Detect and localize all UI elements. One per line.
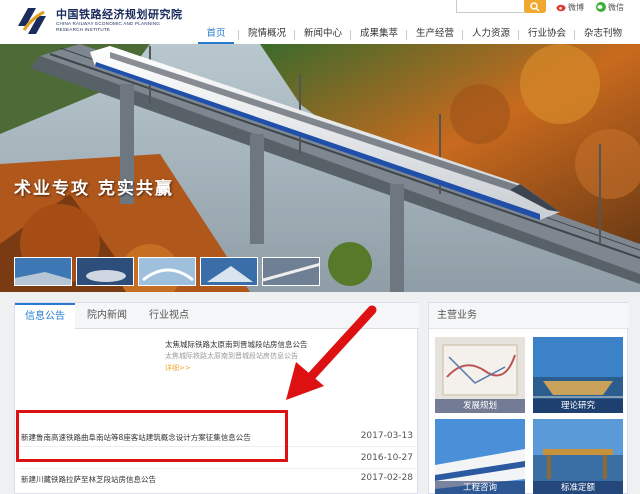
nav-divider [518,30,519,40]
business-panel-title: 主营业务 [429,303,629,329]
nav-divider [574,30,575,40]
business-label: 标准定额 [533,481,623,494]
business-label: 工程咨询 [435,481,525,494]
row-divider [19,468,415,469]
news-date: 2017-02-28 [360,473,413,483]
tab-announcements[interactable]: 信息公告 [15,303,75,329]
nav-item-about[interactable]: 院情概况 [244,26,290,44]
news-date: 2017-03-13 [360,431,413,441]
hero-slogan: 术业专攻 克实共赢 [14,179,174,199]
nav-item-hr[interactable]: 人力资源 [468,26,514,44]
annotation-highlight-box [16,410,288,462]
search-icon [530,2,540,12]
nav-divider [350,30,351,40]
business-label: 理论研究 [533,399,623,413]
news-row[interactable]: 新建川藏铁路拉萨至林芝段站房信息公告 2017-02-28 [19,471,415,489]
weibo-link[interactable]: 微博 [556,2,586,12]
featured-more-link[interactable]: 详细>> [165,363,191,373]
nav-item-association[interactable]: 行业协会 [524,26,570,44]
site-header: 中国铁路经济规划研究院 CHINA RAILWAY ECONOMIC AND P… [0,0,640,44]
nav-divider [294,30,295,40]
nav-item-operations[interactable]: 生产经营 [412,26,458,44]
business-tile-consulting[interactable]: 工程咨询 [435,419,525,494]
news-title[interactable]: 新建川藏铁路拉萨至林芝段站房信息公告 [21,474,156,485]
featured-image[interactable] [23,335,159,399]
tab-institute-news[interactable]: 院内新闻 [77,303,137,329]
business-tile-research[interactable]: 理论研究 [533,337,623,413]
wechat-link[interactable]: 微信 [596,2,636,12]
nav-item-news[interactable]: 新闻中心 [300,26,346,44]
wechat-label: 微信 [608,3,624,12]
hero-banner[interactable]: 术业专攻 克实共赢 [0,44,640,292]
weibo-label: 微博 [568,3,584,12]
thumbnail[interactable] [262,257,320,286]
annotation-arrow-icon [286,305,377,400]
nav-item-home[interactable]: 首页 [198,26,234,44]
thumbnail[interactable] [200,257,258,286]
org-name-cn: 中国铁路经济规划研究院 [56,8,183,21]
nav-divider [238,30,239,40]
thumbnail[interactable] [138,257,196,286]
nav-label: 首页 [206,28,226,39]
news-date: 2016-10-27 [360,453,413,463]
org-name-en: CHINA RAILWAY ECONOMIC AND PLANNING RESE… [56,21,161,32]
nav-divider [406,30,407,40]
tab-industry-view[interactable]: 行业视点 [139,303,199,329]
search-input[interactable] [456,0,526,13]
logo-icon[interactable] [14,4,50,38]
hero-train-image [0,44,640,292]
nav-item-achievements[interactable]: 成果集萃 [356,26,402,44]
business-panel: 主营业务 发展规划 理论研究 工程咨询 标准定额 [428,302,629,494]
thumbnail[interactable] [76,257,134,286]
wechat-icon [596,2,606,12]
business-tile-standards[interactable]: 标准定额 [533,419,623,494]
business-label: 发展规划 [435,399,525,413]
business-tile-planning[interactable]: 发展规划 [435,337,525,413]
nav-item-journals[interactable]: 杂志刊物 [580,26,626,44]
nav-divider [462,30,463,40]
thumbnail[interactable] [14,257,72,286]
search-button[interactable] [524,0,546,13]
weibo-icon [556,4,566,12]
